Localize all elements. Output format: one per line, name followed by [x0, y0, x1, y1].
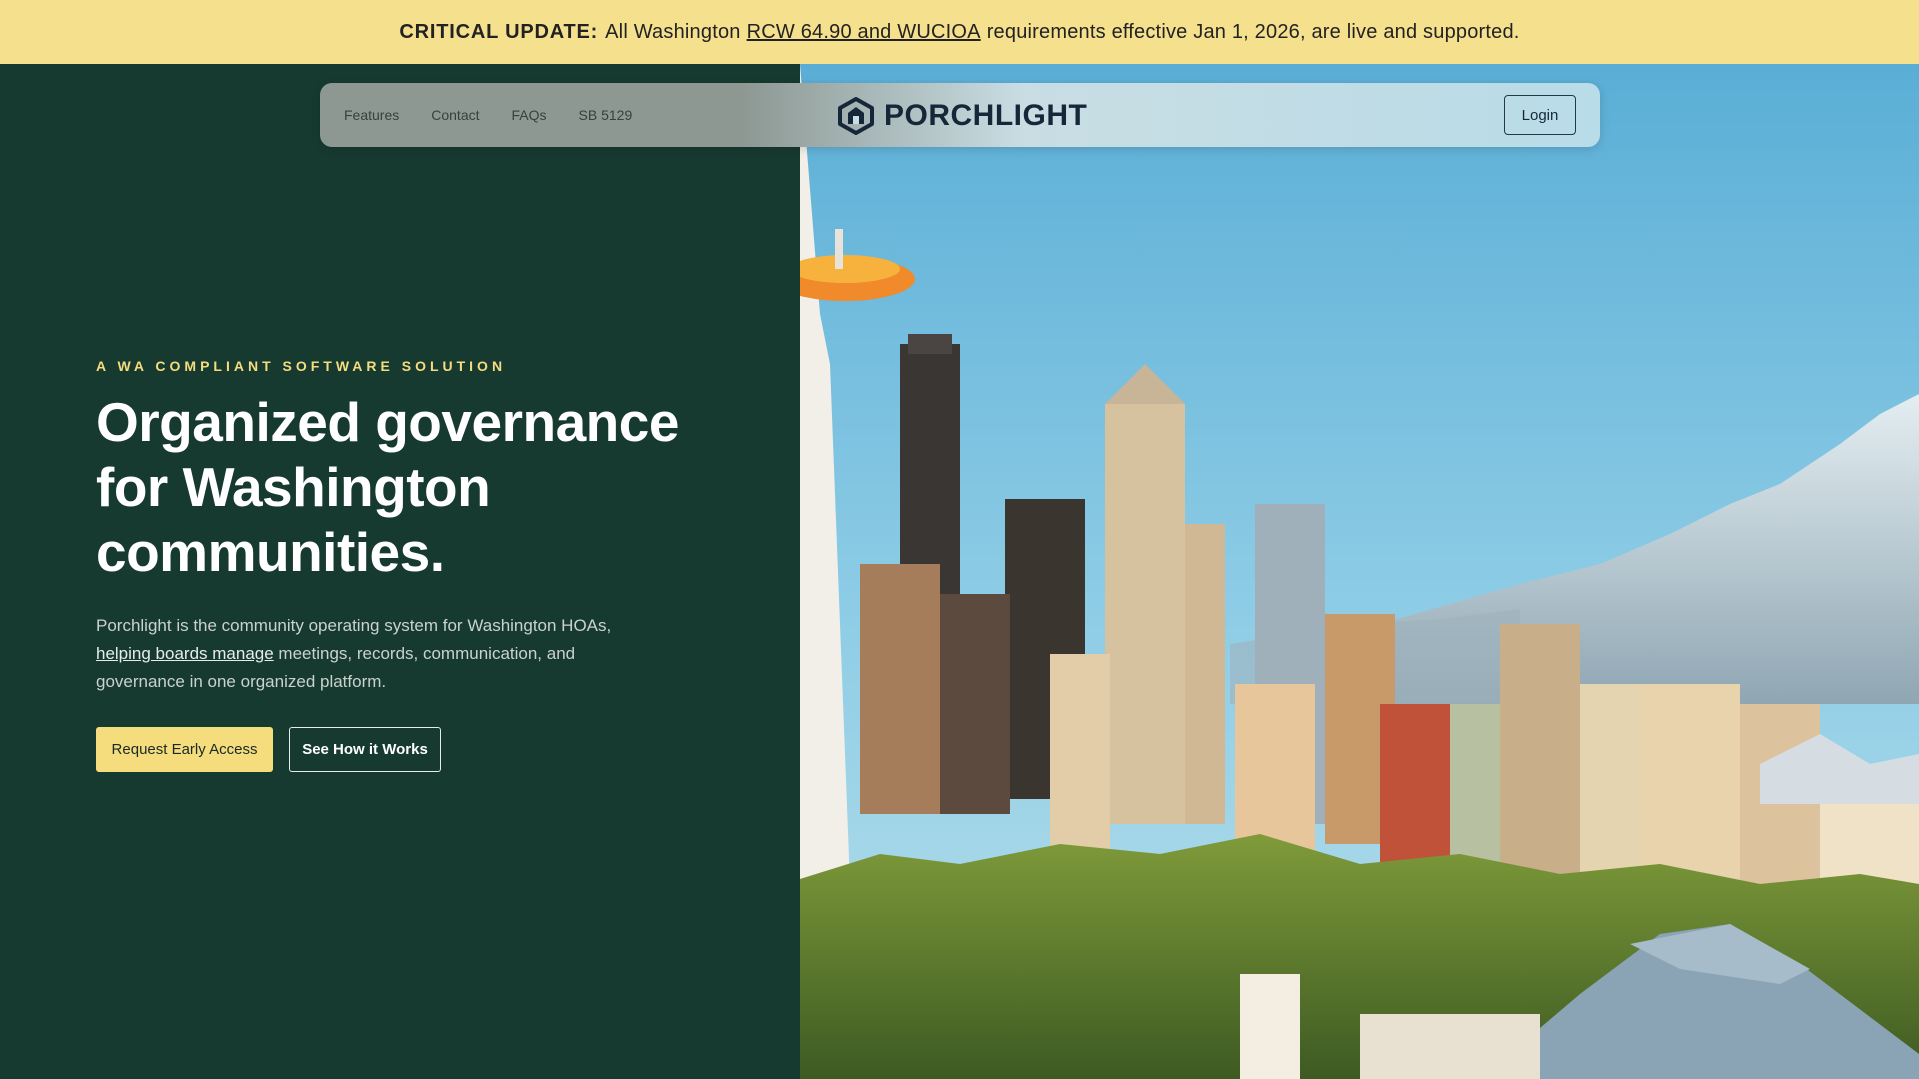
critical-update-banner: CRITICAL UPDATE: All Washington RCW 64.9…: [0, 0, 1919, 64]
nav-links: Features Contact FAQs SB 5129: [344, 107, 632, 123]
hero-description: Porchlight is the community operating sy…: [96, 612, 626, 696]
hexagon-house-icon: [838, 97, 874, 135]
hero-description-before: Porchlight is the community operating sy…: [96, 616, 612, 635]
top-navigation-bar: Features Contact FAQs SB 5129 PORCHLIGHT…: [320, 83, 1600, 147]
logo-wordmark: PORCHLIGHT: [884, 99, 1088, 132]
banner-text-before: All Washington: [605, 20, 741, 43]
login-button[interactable]: Login: [1504, 95, 1576, 135]
hero-headline: Organized governance for Washington comm…: [96, 391, 679, 583]
porchlight-logo[interactable]: PORCHLIGHT: [836, 97, 1087, 135]
banner-rcw-link[interactable]: RCW 64.90 and WUCIOA: [747, 21, 981, 44]
hero-eyebrow: A WA COMPLIANT SOFTWARE SOLUTION: [96, 358, 507, 374]
nav-link-sb-5129[interactable]: SB 5129: [579, 107, 633, 123]
nav-link-faqs[interactable]: FAQs: [512, 107, 547, 123]
seattle-skyline-image: [800, 64, 1919, 1079]
request-early-access-button[interactable]: Request Early Access: [96, 727, 273, 772]
banner-text-after: requirements effective Jan 1, 2026, are …: [986, 20, 1520, 43]
hero-description-link[interactable]: helping boards manage: [96, 644, 274, 663]
banner-label: CRITICAL UPDATE:: [399, 20, 599, 43]
see-how-it-works-button[interactable]: See How it Works: [289, 727, 441, 772]
nav-link-features[interactable]: Features: [344, 107, 399, 123]
nav-link-contact[interactable]: Contact: [431, 107, 479, 123]
